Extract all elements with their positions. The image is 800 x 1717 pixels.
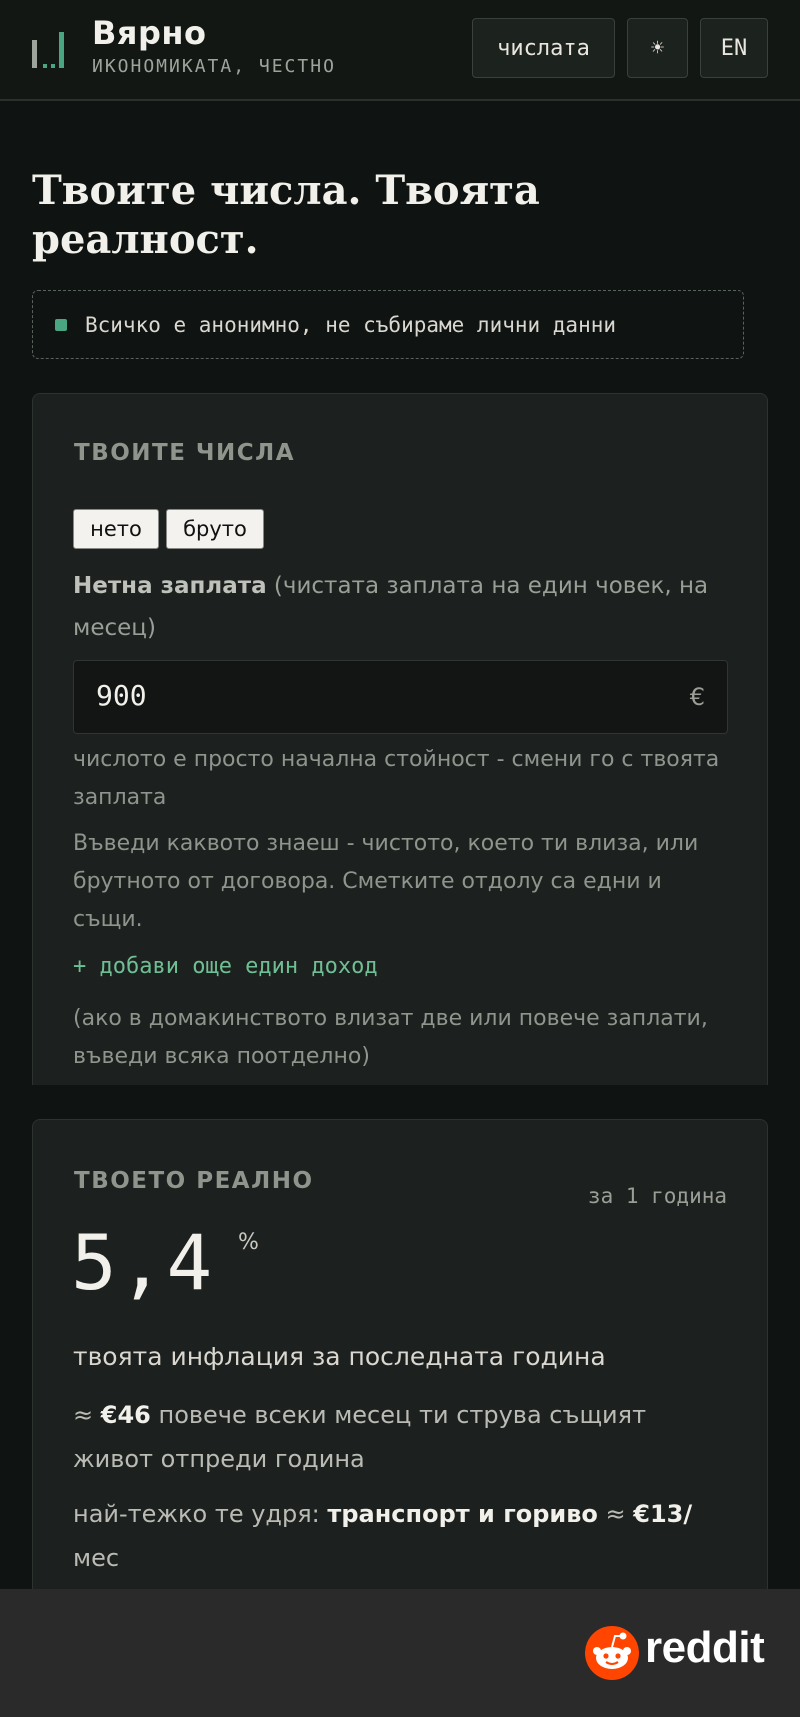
monthly-text: повече всеки месец ти струва същият живо… <box>73 1401 647 1473</box>
bar-chart-logo-icon <box>32 32 64 68</box>
brand-tagline: ИКОНОМИКАТА, ЧЕСТНО <box>92 56 336 77</box>
add-income-link[interactable]: + добави още един доход <box>73 954 378 979</box>
add-income-hint: (ако в домакинството влизат две или пове… <box>73 1006 708 1069</box>
net-toggle-button[interactable]: нето <box>73 509 159 549</box>
status-dot-icon <box>55 318 67 331</box>
your-reality-card: ТВОЕТО РЕАЛНО за 1 година 5,4 % твоята и… <box>32 1119 768 1599</box>
default-value-hint: числото е просто начална стойност - смен… <box>73 747 720 810</box>
salary-input-value[interactable]: 900 <box>96 679 147 712</box>
language-button[interactable]: EN <box>700 18 768 78</box>
approx-sign: ≈ <box>605 1500 626 1528</box>
reddit-wordmark: reddit <box>645 1623 765 1672</box>
sun-icon: ☀ <box>650 35 665 61</box>
gross-toggle-button[interactable]: бруто <box>166 509 264 549</box>
your-numbers-card: ТВОИТЕ ЧИСЛА нето бруто Нетна заплата (ч… <box>32 393 768 1085</box>
inflation-caption: твоята инфлация за последната година <box>73 1342 606 1371</box>
hardest-amount: €13/ <box>633 1500 693 1528</box>
hardest-category: транспорт и гориво <box>327 1500 598 1528</box>
privacy-text: Всичко е анонимно, не събираме лични дан… <box>85 312 617 337</box>
reddit-logo-icon <box>585 1626 639 1680</box>
period-selector[interactable]: за 1 година <box>588 1184 727 1208</box>
brand-name[interactable]: Вярно <box>92 14 206 52</box>
currency-symbol: € <box>689 683 705 711</box>
monthly-impact: ≈ €46 повече всеки месец ти струва същия… <box>73 1393 733 1481</box>
monthly-amount: €46 <box>100 1401 151 1429</box>
numbers-button[interactable]: числата <box>472 18 615 78</box>
reddit-watermark-bar: reddit <box>0 1589 800 1717</box>
theme-toggle-button[interactable]: ☀ <box>627 18 688 78</box>
salary-input[interactable]: 900 € <box>73 660 728 734</box>
salary-label-bold: Нетна заплата <box>73 573 267 599</box>
enter-value-hint: Въведи каквото знаеш - чистото, което ти… <box>73 831 699 932</box>
hardest-unit: мес <box>73 1544 120 1572</box>
inflation-unit: % <box>238 1230 259 1255</box>
approx-sign: ≈ <box>73 1401 94 1429</box>
section-title: ТВОИТЕ ЧИСЛА <box>74 440 296 466</box>
salary-field-label: Нетна заплата (чистата заплата на един ч… <box>73 565 723 649</box>
hardest-hit: най-тежко те удря: транспорт и гориво ≈ … <box>73 1492 733 1580</box>
app-header: Вярно ИКОНОМИКАТА, ЧЕСТНО числата ☀ EN <box>0 0 800 101</box>
inflation-value: 5,4 <box>71 1218 215 1307</box>
hardest-prefix: най-тежко те удря: <box>73 1500 320 1528</box>
section-title: ТВОЕТО РЕАЛНО <box>74 1168 314 1194</box>
page-title: Твоите числа. Твоята реалност. <box>32 167 540 263</box>
privacy-banner: Всичко е анонимно, не събираме лични дан… <box>32 290 744 359</box>
